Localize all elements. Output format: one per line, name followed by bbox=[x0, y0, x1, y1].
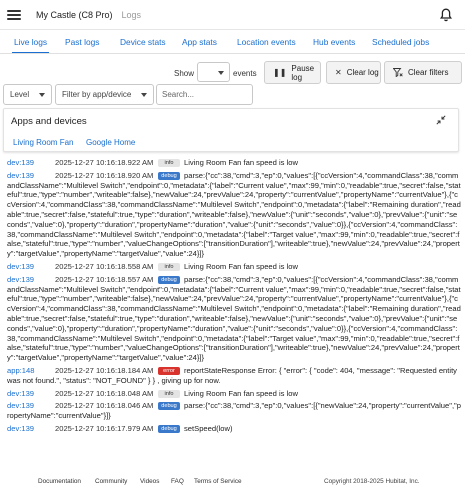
tab-location-events[interactable]: Location events bbox=[237, 30, 296, 53]
log-level-badge: debug bbox=[158, 275, 180, 284]
log-source-link[interactable]: dev:139 bbox=[7, 275, 55, 285]
clear-filters-button[interactable]: Clear filters bbox=[384, 61, 462, 84]
filter-select-value: Filter by app/device bbox=[62, 90, 132, 99]
log-level-badge: info bbox=[158, 389, 180, 398]
log-timestamp: 2025-12-27 10:16:18.920 AM bbox=[55, 170, 154, 180]
chevron-down-icon bbox=[39, 93, 45, 97]
log-source-link[interactable]: dev:139 bbox=[7, 424, 55, 434]
footer-link-terms[interactable]: Terms of Service bbox=[194, 478, 242, 485]
clear-log-button[interactable]: ✕ Clear log bbox=[326, 61, 381, 84]
app-device-filter-select[interactable]: Filter by app/device bbox=[55, 84, 154, 105]
log-entry: dev:139 2025-12-27 10:16:18.922 AM info Liv… bbox=[0, 156, 465, 169]
tab-scheduled-jobs[interactable]: Scheduled jobs bbox=[372, 30, 429, 53]
log-message: parse:{"cc":38,"cmd":3,"ep":0,"values":[… bbox=[7, 170, 461, 259]
tab-app-stats[interactable]: App stats bbox=[182, 30, 217, 53]
log-tabs: Live logs Past logs Device stats App sta… bbox=[0, 30, 465, 54]
pause-log-label: Pause log bbox=[291, 63, 315, 82]
log-controls: Show events ❚❚ Pause log ✕ Clear log Cle… bbox=[0, 60, 465, 84]
log-source-link[interactable]: dev:139 bbox=[7, 158, 55, 168]
log-level-badge: error bbox=[158, 366, 180, 375]
log-entry: app:148 2025-12-27 10:16:18.184 AM error re… bbox=[0, 364, 465, 387]
log-message: Living Room Fan fan speed is low bbox=[184, 261, 298, 271]
log-message: Living Room Fan fan speed is low bbox=[184, 388, 298, 398]
filter-controls: Level Filter by app/device bbox=[0, 84, 465, 106]
log-list: dev:139 2025-12-27 10:16:18.922 AM info Liv… bbox=[0, 156, 465, 460]
log-level-badge: info bbox=[158, 159, 180, 167]
log-level-badge: info bbox=[158, 262, 180, 271]
tab-device-stats[interactable]: Device stats bbox=[120, 30, 166, 53]
clear-filters-label: Clear filters bbox=[408, 68, 449, 77]
events-label: events bbox=[233, 69, 257, 78]
log-timestamp: 2025-12-27 10:16:18.557 AM bbox=[55, 274, 154, 284]
footer-link-faq[interactable]: FAQ bbox=[171, 478, 184, 485]
filter-clear-icon bbox=[393, 68, 403, 77]
footer-link-community[interactable]: Community bbox=[95, 478, 127, 485]
log-source-link[interactable]: dev:139 bbox=[7, 389, 55, 399]
log-timestamp: 2025-12-27 10:16:18.046 AM bbox=[55, 401, 154, 411]
apps-devices-panel: Apps and devices Living Room Fan Google … bbox=[3, 108, 459, 152]
log-source-link[interactable]: app:148 bbox=[7, 366, 55, 376]
hub-name[interactable]: My Castle (C8 Pro) bbox=[36, 10, 113, 20]
pause-icon: ❚❚ bbox=[273, 68, 287, 77]
apps-panel-title: Apps and devices bbox=[11, 116, 87, 127]
bell-icon[interactable] bbox=[440, 8, 452, 22]
footer-link-videos[interactable]: Videos bbox=[140, 478, 159, 485]
close-icon: ✕ bbox=[335, 68, 342, 77]
log-message: Living Room Fan fan speed is low bbox=[184, 158, 298, 167]
show-count-select[interactable] bbox=[197, 62, 230, 82]
top-bar: My Castle (C8 Pro) Logs bbox=[0, 0, 465, 30]
chevron-down-icon bbox=[141, 93, 147, 97]
collapse-arrows-icon[interactable] bbox=[436, 115, 446, 125]
log-timestamp: 2025-12-27 10:16:18.184 AM bbox=[55, 365, 154, 375]
log-timestamp: 2025-12-27 10:16:18.558 AM bbox=[55, 261, 154, 271]
show-label: Show bbox=[174, 69, 195, 78]
log-timestamp: 2025-12-27 10:16:18.048 AM bbox=[55, 388, 154, 398]
footer-link-documentation[interactable]: Documentation bbox=[38, 478, 81, 485]
log-entry: dev:139 2025-12-27 10:16:18.046 AM debug pa… bbox=[0, 399, 465, 422]
log-timestamp: 2025-12-27 10:16:17.979 AM bbox=[55, 423, 154, 433]
clear-log-label: Clear log bbox=[346, 68, 379, 77]
chevron-down-icon bbox=[218, 71, 224, 75]
log-level-badge: debug bbox=[158, 402, 180, 411]
copyright: Copyright 2018-2025 Hubitat, Inc. bbox=[324, 478, 420, 485]
log-level-badge: debug bbox=[158, 171, 180, 180]
level-select-value: Level bbox=[10, 90, 30, 99]
log-source-link[interactable]: dev:139 bbox=[7, 262, 55, 272]
log-entry: dev:139 2025-12-27 10:16:18.557 AM debug pa… bbox=[0, 273, 465, 364]
app-filter-living-room-fan[interactable]: Living Room Fan bbox=[13, 138, 73, 147]
pause-log-button[interactable]: ❚❚ Pause log bbox=[264, 61, 321, 84]
log-source-link[interactable]: dev:139 bbox=[7, 401, 55, 411]
app-filter-google-home[interactable]: Google Home bbox=[86, 138, 135, 147]
log-entry: dev:139 2025-12-27 10:16:18.920 AM debug pa… bbox=[0, 169, 465, 260]
tab-live-logs[interactable]: Live logs bbox=[11, 30, 50, 53]
tab-past-logs[interactable]: Past logs bbox=[65, 30, 99, 53]
log-message: parse:{"cc":38,"cmd":3,"ep":0,"values":[… bbox=[7, 274, 461, 363]
log-source-link[interactable]: dev:139 bbox=[7, 171, 55, 181]
log-message: setSpeed(low) bbox=[184, 423, 233, 433]
log-timestamp: 2025-12-27 10:16:18.922 AM bbox=[55, 158, 154, 167]
search-input[interactable] bbox=[156, 84, 253, 105]
footer: Documentation Community Videos FAQ Terms… bbox=[0, 478, 465, 492]
log-entry: dev:139 2025-12-27 10:16:18.048 AM info Liv… bbox=[0, 387, 465, 400]
page-title: Logs bbox=[121, 9, 142, 20]
tab-hub-events[interactable]: Hub events bbox=[313, 30, 355, 53]
log-level-badge: debug bbox=[158, 424, 180, 433]
log-entry: dev:139 2025-12-27 10:16:17.979 AM debug se… bbox=[0, 422, 465, 435]
log-entry: dev:139 2025-12-27 10:16:18.558 AM info Liv… bbox=[0, 260, 465, 273]
hamburger-icon[interactable] bbox=[7, 9, 21, 20]
level-select[interactable]: Level bbox=[3, 84, 52, 105]
